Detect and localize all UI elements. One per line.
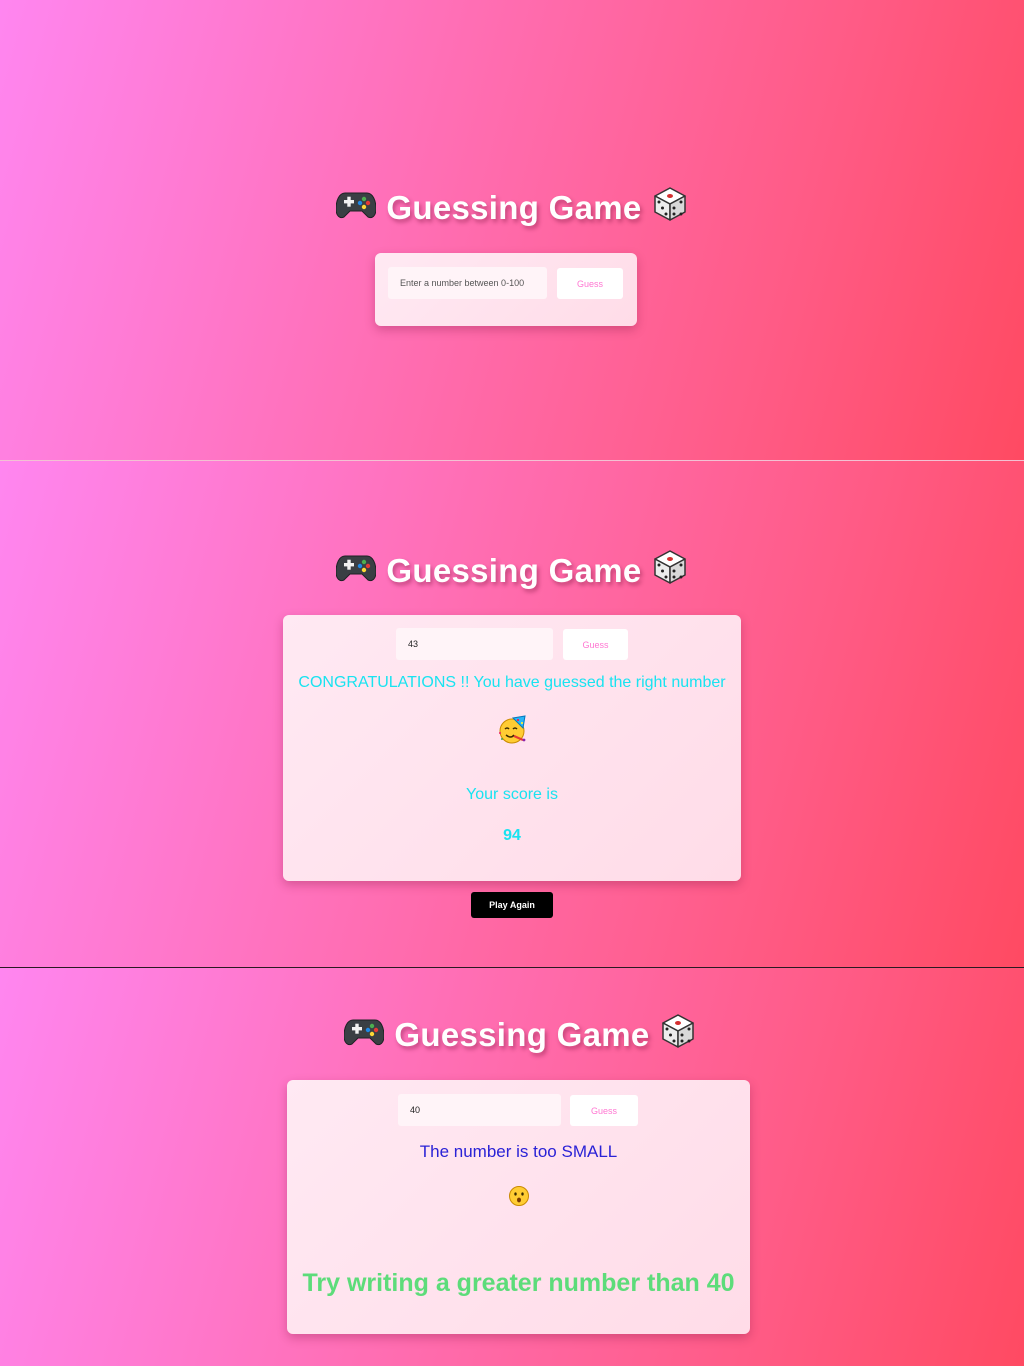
- game-card: Guess The number is too SMALL Try writin…: [287, 1080, 750, 1334]
- result-message: The number is too SMALL: [419, 1142, 618, 1161]
- title-text: Guessing Game: [386, 552, 642, 589]
- number-input[interactable]: [396, 628, 553, 660]
- result-emoji: [287, 1185, 750, 1212]
- result-emoji: [283, 715, 741, 750]
- guess-button[interactable]: Guess: [570, 1095, 638, 1126]
- game-controller-icon: [343, 1016, 385, 1054]
- page-title: Guessing Game: [0, 186, 1024, 230]
- score-label: Your score is: [466, 786, 558, 803]
- dice-icon: [660, 1013, 696, 1057]
- game-controller-icon: [335, 552, 377, 590]
- guess-button[interactable]: Guess: [557, 268, 623, 299]
- title-text: Guessing Game: [394, 1016, 650, 1053]
- game-controller-icon: [335, 189, 377, 227]
- page-title: Guessing Game: [0, 549, 1024, 593]
- hushed-face-icon: [508, 1186, 530, 1211]
- title-text: Guessing Game: [386, 189, 642, 226]
- screen-correct-guess: Guessing Game Guess CONGRATULATIONS !! Y…: [0, 461, 1024, 967]
- game-card: Guess CONGRATULATIONS !! You have guesse…: [283, 615, 741, 881]
- number-input[interactable]: [388, 267, 547, 299]
- game-card: Guess: [375, 253, 637, 326]
- guess-button[interactable]: Guess: [563, 629, 628, 660]
- screen-too-small: Guessing Game Guess The number is too SM…: [0, 968, 1024, 1366]
- partying-face-icon: [497, 715, 527, 749]
- score-value: 94: [503, 827, 521, 844]
- screen-initial: Guessing Game Guess: [0, 0, 1024, 460]
- dice-icon: [652, 549, 688, 593]
- play-again-button[interactable]: Play Again: [471, 892, 553, 918]
- page-title: Guessing Game: [8, 1013, 1024, 1057]
- number-input[interactable]: [398, 1094, 561, 1126]
- result-message: CONGRATULATIONS !! You have guessed the …: [298, 674, 726, 691]
- hint-message: Try writing a greater number than 40: [302, 1269, 735, 1297]
- dice-icon: [652, 186, 688, 230]
